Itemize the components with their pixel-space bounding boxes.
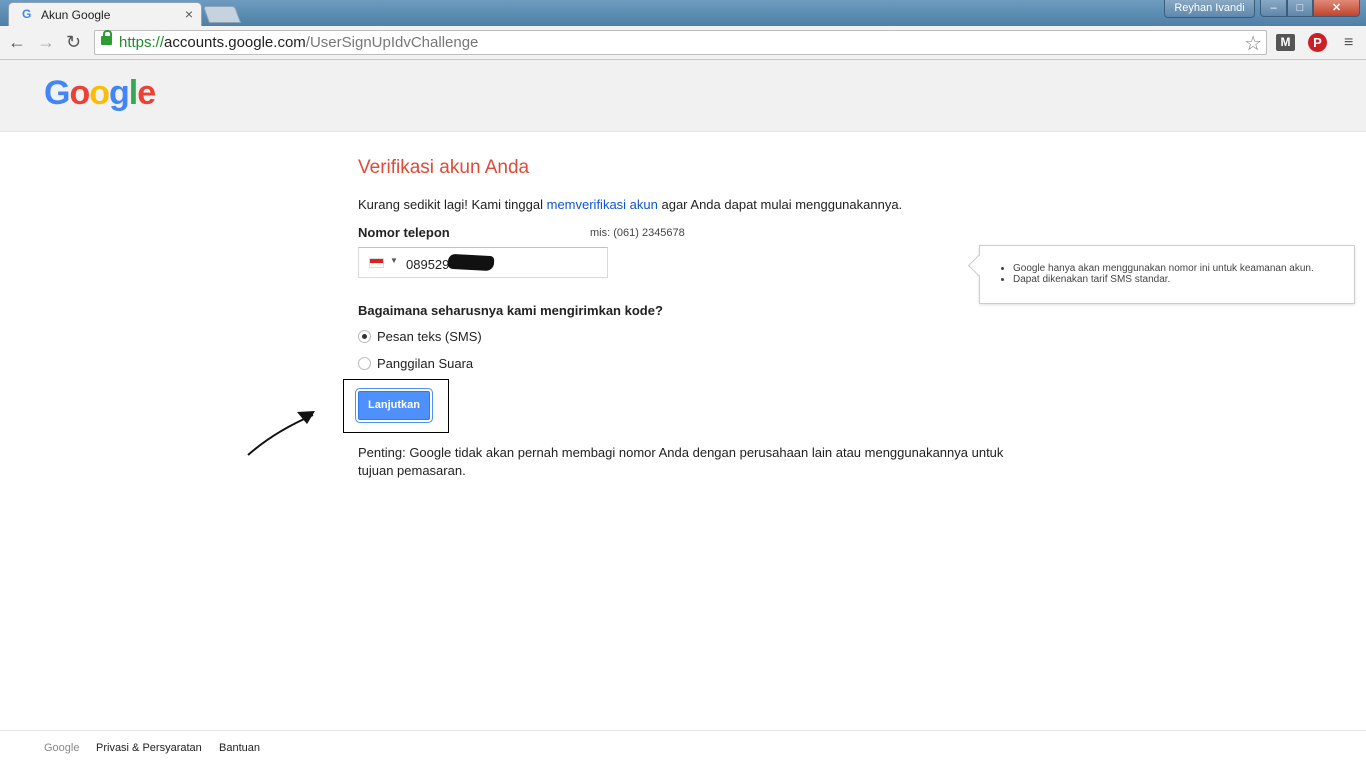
tab-close-icon[interactable]: × (185, 6, 193, 22)
sms-radio[interactable] (358, 330, 371, 343)
browser-tab[interactable]: G Akun Google × (8, 2, 202, 26)
voice-call-option-label[interactable]: Panggilan Suara (377, 356, 473, 371)
privacy-note: Penting: Google tidak akan pernah membag… (358, 445, 1004, 478)
phone-number-value: 089529 (406, 257, 450, 272)
redaction-scribble (447, 253, 495, 272)
continue-button[interactable]: Lanjutkan (358, 391, 430, 420)
delivery-method-question: Bagaimana seharusnya kami mengirimkan ko… (358, 303, 663, 318)
pinterest-icon[interactable]: P (1308, 33, 1327, 52)
country-dropdown-caret-icon[interactable]: ▼ (390, 256, 398, 265)
url-text[interactable]: https://accounts.google.com/UserSignUpId… (119, 34, 478, 51)
phone-number-field[interactable]: ▼ 089529 (358, 247, 608, 278)
page-footer: Google Privasi & Persyaratan Bantuan (0, 730, 1366, 768)
indonesia-flag-icon[interactable] (369, 258, 384, 268)
phone-label: Nomor telepon (358, 225, 450, 240)
tooltip-item: Dapat dikenakan tarif SMS standar. (1013, 274, 1314, 285)
forward-arrow-icon[interactable]: → (37, 31, 55, 53)
maximize-button[interactable]: □ (1287, 0, 1313, 17)
lock-icon (101, 30, 112, 45)
m-extension-icon[interactable]: M (1276, 34, 1295, 51)
phone-example-hint: mis: (061) 2345678 (590, 227, 685, 239)
phone-info-tooltip: Google hanya akan menggunakan nomor ini … (979, 245, 1355, 304)
page-title: Verifikasi akun Anda (358, 157, 530, 178)
hand-drawn-arrow-annotation (247, 411, 315, 456)
sms-option-label[interactable]: Pesan teks (SMS) (377, 329, 482, 344)
google-logo[interactable]: Google (44, 74, 156, 113)
back-arrow-icon[interactable]: ← (8, 31, 26, 53)
profile-button[interactable]: Reyhan Ivandi (1164, 0, 1255, 18)
help-link[interactable]: Bantuan (219, 742, 260, 754)
intro-text: Kurang sedikit lagi! Kami tinggal memver… (358, 197, 903, 212)
chrome-menu-icon[interactable]: ≡ (1344, 34, 1353, 52)
address-bar[interactable]: https://accounts.google.com/UserSignUpId… (94, 30, 1267, 55)
page-header: Google (0, 60, 1366, 132)
bookmark-star-icon[interactable]: ☆ (1244, 31, 1262, 56)
new-tab-button[interactable] (202, 6, 242, 23)
footer-google-link[interactable]: Google (44, 742, 79, 754)
window-titlebar: G Akun Google × Reyhan Ivandi – □ ✕ (0, 0, 1366, 26)
tooltip-item: Google hanya akan menggunakan nomor ini … (1013, 263, 1314, 274)
reload-icon[interactable]: ↻ (66, 31, 81, 53)
google-favicon-icon: G (22, 7, 32, 21)
browser-toolbar: ← → ↻ https://accounts.google.com/UserSi… (0, 26, 1366, 60)
close-window-button[interactable]: ✕ (1313, 0, 1360, 17)
tab-title: Akun Google (41, 8, 111, 22)
privacy-terms-link[interactable]: Privasi & Persyaratan (96, 742, 202, 754)
minimize-button[interactable]: – (1260, 0, 1287, 17)
verify-account-link[interactable]: memverifikasi akun (547, 197, 658, 212)
voice-call-radio[interactable] (358, 357, 371, 370)
